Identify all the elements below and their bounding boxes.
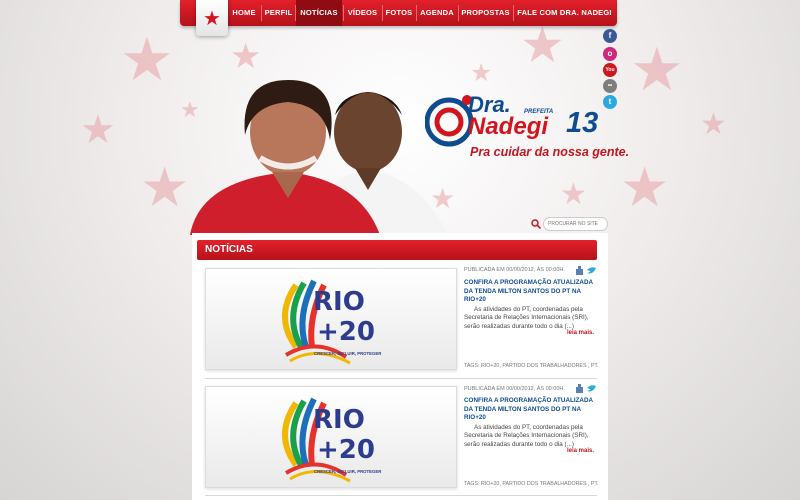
post-thumbnail[interactable]: RIO +20 CRESCER, INCLUIR, PROTEGER xyxy=(205,386,457,488)
post-excerpt: As atividades do PT, coordenadas pela Se… xyxy=(464,424,589,448)
post-image-plus20: +20 xyxy=(317,435,375,465)
post-thumbnail[interactable]: RIO +20 CRESCER, INCLUIR, PROTEGER xyxy=(205,268,457,370)
star-decoration: ★ xyxy=(140,155,190,219)
facebook-icon[interactable]: f xyxy=(603,29,617,43)
brand-slogan: Pra cuidar da nossa gente. xyxy=(470,145,630,159)
post-image-sub: CRESCER, INCLUIR, PROTEGER xyxy=(314,469,382,474)
brand-name: Nadegi xyxy=(468,113,549,140)
nav-agenda[interactable]: AGENDA xyxy=(417,0,457,26)
brand-number: 13 xyxy=(566,107,599,139)
post-excerpt: As atividades do PT, coordenadas pela Se… xyxy=(464,306,589,330)
twitter-share-icon[interactable] xyxy=(587,266,596,275)
star-decoration: ★ xyxy=(630,35,684,105)
section-title: NOTÍCIAS xyxy=(205,244,253,255)
read-more-link[interactable]: leia mais. xyxy=(567,448,594,454)
twitter-share-icon[interactable] xyxy=(587,384,596,393)
post-title[interactable]: CONFIRA A PROGRAMAÇÃO ATUALIZADA DA TEND… xyxy=(464,279,599,305)
post-divider xyxy=(205,378,597,379)
post-image-plus20: +20 xyxy=(317,317,375,347)
star-decoration: ★ xyxy=(80,107,116,153)
search-input[interactable] xyxy=(543,217,608,231)
nav-home[interactable]: HOME xyxy=(228,0,260,26)
facebook-like-icon[interactable] xyxy=(575,384,584,393)
post-title[interactable]: CONFIRA A PROGRAMAÇÃO ATUALIZADA DA TEND… xyxy=(464,397,599,423)
star-decoration: ★ xyxy=(620,155,670,219)
search-icon[interactable] xyxy=(531,219,541,229)
nav-perfil[interactable]: PERFIL xyxy=(262,0,295,26)
flickr-icon[interactable]: •• xyxy=(603,79,617,93)
post-tags: TAGS: RIO+20, PARTIDO DOS TRABALHADORES … xyxy=(464,481,599,487)
post-date: PUBLICADA EM 00/00/2012, ÀS 00:00H. xyxy=(464,267,565,273)
post-date: PUBLICADA EM 00/00/2012, ÀS 00:00H. xyxy=(464,386,565,392)
nav-noticias[interactable]: NOTÍCIAS xyxy=(296,0,342,26)
facebook-like-icon[interactable] xyxy=(575,266,584,275)
nav-fale-com[interactable]: FALE COM DRA. NADEGI xyxy=(514,0,615,26)
post-divider xyxy=(205,495,597,496)
orkut-icon[interactable]: o xyxy=(603,47,617,61)
nav-propostas[interactable]: PROPOSTAS xyxy=(459,0,512,26)
post-image-rio: RIO xyxy=(313,405,365,435)
section-header xyxy=(197,240,597,260)
nav-videos[interactable]: VÍDEOS xyxy=(344,0,381,26)
star-decoration: ★ xyxy=(560,177,587,212)
post-image-rio: RIO xyxy=(313,287,365,317)
star-decoration: ★ xyxy=(470,58,493,87)
nav-fotos[interactable]: FOTOS xyxy=(383,0,415,26)
pt-star-icon: ★ xyxy=(203,6,221,30)
star-decoration: ★ xyxy=(520,16,565,74)
youtube-icon[interactable]: You xyxy=(603,63,617,77)
post-image-sub: CRESCER, INCLUIR, PROTEGER xyxy=(314,351,382,356)
post-tags: TAGS: RIO+20, PARTIDO DOS TRABALHADORES … xyxy=(464,363,599,369)
star-decoration: ★ xyxy=(120,25,174,95)
twitter-icon[interactable]: t xyxy=(603,95,617,109)
pt-logo-button[interactable]: ★ xyxy=(196,0,228,36)
star-decoration: ★ xyxy=(700,107,727,142)
read-more-link[interactable]: leia mais. xyxy=(567,330,594,336)
